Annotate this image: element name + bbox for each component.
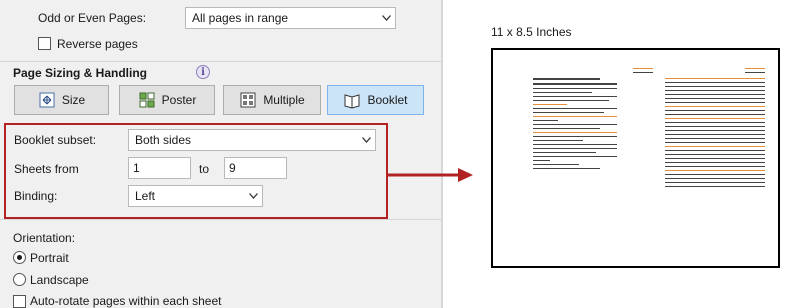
booklet-preview-thumbnail [491,48,780,268]
arrow-to-preview-icon [388,168,473,182]
booklet-button[interactable]: Booklet [327,85,424,115]
chevron-down-icon [357,130,375,150]
preview-left-page [533,68,653,248]
reverse-pages-checkbox[interactable] [38,37,51,50]
sheets-from-label: Sheets from [14,162,79,176]
portrait-radio[interactable] [13,251,26,264]
preview-panel: 11 x 8.5 Inches [443,0,797,308]
chevron-down-icon [377,8,395,28]
info-icon[interactable]: i [196,65,210,79]
poster-icon [139,92,155,108]
landscape-radio[interactable] [13,273,26,286]
booklet-subset-label: Booklet subset: [14,133,97,147]
orientation-label: Orientation: [13,231,76,245]
landscape-label: Landscape [30,273,89,287]
booklet-subset-select[interactable]: Both sides [128,129,376,151]
multiple-button-label: Multiple [263,93,305,107]
auto-rotate-label: Auto-rotate pages within each sheet [30,294,222,308]
binding-label: Binding: [14,189,58,203]
binding-value: Left [135,189,156,203]
print-settings-panel: Odd or Even Pages: All pages in range Re… [0,0,441,308]
poster-button[interactable]: Poster [119,85,215,115]
auto-rotate-checkbox[interactable] [13,295,26,308]
odd-even-value: All pages in range [192,11,289,25]
sheets-from-input[interactable]: 1 [128,157,191,179]
size-button-label: Size [61,93,86,107]
multiple-button[interactable]: Multiple [223,85,321,115]
paper-size-label: 11 x 8.5 Inches [491,25,572,39]
divider [0,219,441,220]
size-button[interactable]: Size [14,85,109,115]
multiple-icon [240,92,256,108]
divider [0,61,441,62]
binding-select[interactable]: Left [128,185,263,207]
preview-right-page [665,68,765,248]
chevron-down-icon [244,186,262,206]
booklet-button-label: Booklet [367,93,408,107]
booklet-icon [344,94,360,109]
size-icon [39,92,55,108]
sheets-to-input[interactable]: 9 [224,157,287,179]
poster-button-label: Poster [161,93,197,107]
reverse-pages-label: Reverse pages [57,37,138,51]
odd-even-label: Odd or Even Pages: [38,11,147,25]
sheets-to-label: to [199,162,210,176]
booklet-subset-value: Both sides [135,133,192,147]
portrait-label: Portrait [30,251,69,265]
odd-even-select[interactable]: All pages in range [185,7,396,29]
page-sizing-title: Page Sizing & Handling [13,66,148,80]
